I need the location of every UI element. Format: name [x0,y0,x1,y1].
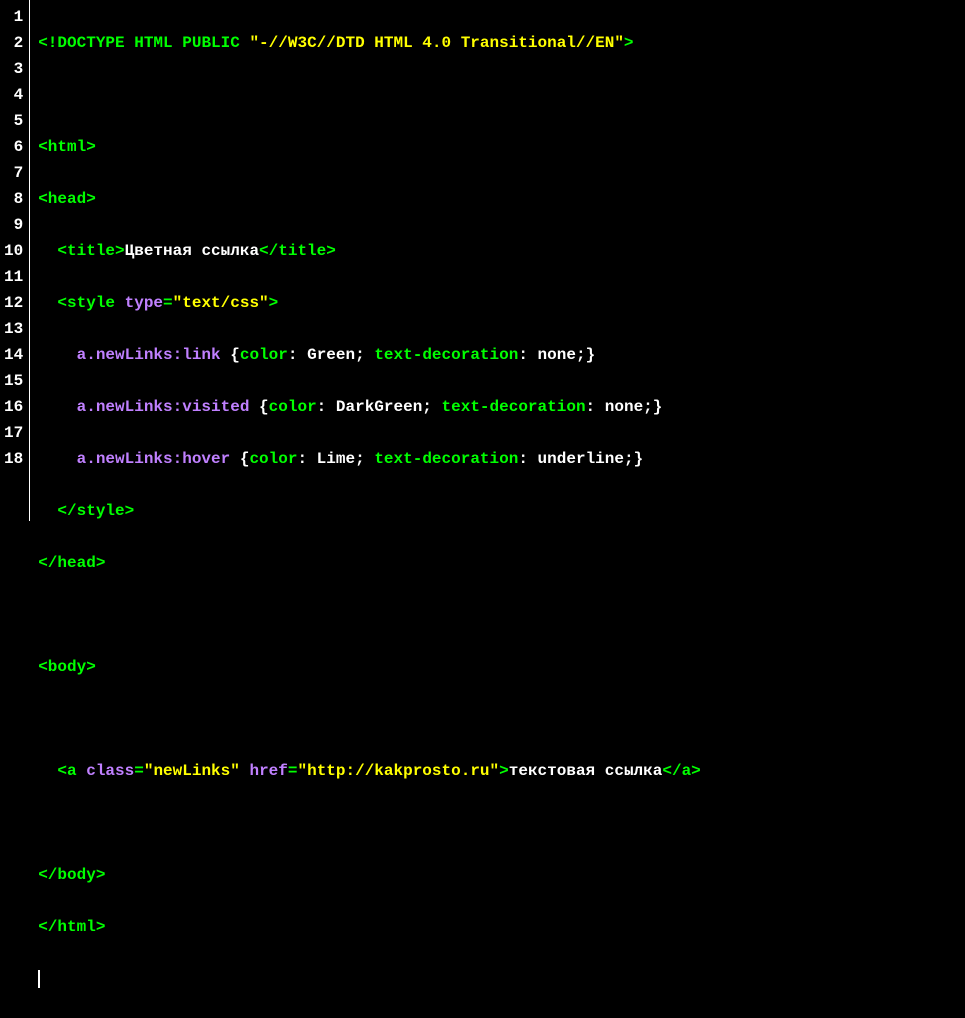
line-number: 9 [4,212,23,238]
code-line: </style> [38,498,957,524]
line-number: 7 [4,160,23,186]
html-tag: </head> [38,554,105,572]
line-number-gutter: 1 2 3 4 5 6 7 8 9 10 11 12 13 14 15 16 1… [0,0,30,521]
code-line: <title>Цветная ссылка</title> [38,238,957,264]
code-line: </body> [38,862,957,888]
line-number: 12 [4,290,23,316]
code-line: a.newLinks:visited {color: DarkGreen; te… [38,394,957,420]
code-editor[interactable]: <!DOCTYPE HTML PUBLIC "-//W3C//DTD HTML … [30,0,965,521]
line-number: 14 [4,342,23,368]
css-value: none [528,346,576,364]
html-tag: </title> [259,242,336,260]
line-number: 16 [4,394,23,420]
css-property: color [249,450,297,468]
doctype-string: "-//W3C//DTD HTML 4.0 Transitional//EN" [249,34,623,52]
css-property: color [240,346,288,364]
html-tag: </html> [38,918,105,936]
line-number: 6 [4,134,23,160]
line-number: 8 [4,186,23,212]
html-tag: <head> [38,190,96,208]
line-number: 2 [4,30,23,56]
code-line: a.newLinks:link {color: Green; text-deco… [38,342,957,368]
html-tag: </body> [38,866,105,884]
code-line: <body> [38,654,957,680]
attr-value: "newLinks" [144,762,240,780]
css-property: text-decoration [374,346,518,364]
css-property: text-decoration [442,398,586,416]
link-text: текстовая ссылка [509,762,663,780]
css-value: Lime [307,450,355,468]
attr-name: class [86,762,134,780]
line-number: 13 [4,316,23,342]
line-number: 4 [4,82,23,108]
css-selector: a.newLinks:link [77,346,221,364]
line-number: 11 [4,264,23,290]
code-line: <!DOCTYPE HTML PUBLIC "-//W3C//DTD HTML … [38,30,957,56]
css-value: none [595,398,643,416]
attr-value: "http://kakprosto.ru" [297,762,499,780]
html-tag: <a [57,762,76,780]
attr-name: type [125,294,163,312]
code-line: <a class="newLinks" href="http://kakpros… [38,758,957,784]
line-number: 1 [4,4,23,30]
code-line: <html> [38,134,957,160]
css-value: Green [297,346,355,364]
line-number: 17 [4,420,23,446]
code-line: <head> [38,186,957,212]
line-number: 15 [4,368,23,394]
css-property: text-decoration [374,450,518,468]
attr-value: "text/css" [173,294,269,312]
code-line: a.newLinks:hover {color: Lime; text-deco… [38,446,957,472]
line-number: 10 [4,238,23,264]
line-number: 3 [4,56,23,82]
css-property: color [269,398,317,416]
css-value: underline [528,450,624,468]
code-line [38,82,957,108]
line-number: 18 [4,446,23,472]
html-tag: <style [57,294,115,312]
code-line: <style type="text/css"> [38,290,957,316]
css-value: DarkGreen [326,398,422,416]
html-tag: <body> [38,658,96,676]
code-line [38,966,957,992]
css-selector: a.newLinks:visited [77,398,250,416]
code-line: </html> [38,914,957,940]
html-tag: </a> [662,762,700,780]
html-tag: <title> [57,242,124,260]
title-text: Цветная ссылка [125,242,259,260]
html-tag: <html> [38,138,96,156]
css-selector: a.newLinks:hover [77,450,231,468]
code-line: </head> [38,550,957,576]
html-tag: </style> [57,502,134,520]
attr-name: href [249,762,287,780]
code-line [38,602,957,628]
code-line [38,706,957,732]
line-number: 5 [4,108,23,134]
code-line [38,810,957,836]
doctype-tag: <!DOCTYPE [38,34,124,52]
cursor-icon [38,970,40,988]
